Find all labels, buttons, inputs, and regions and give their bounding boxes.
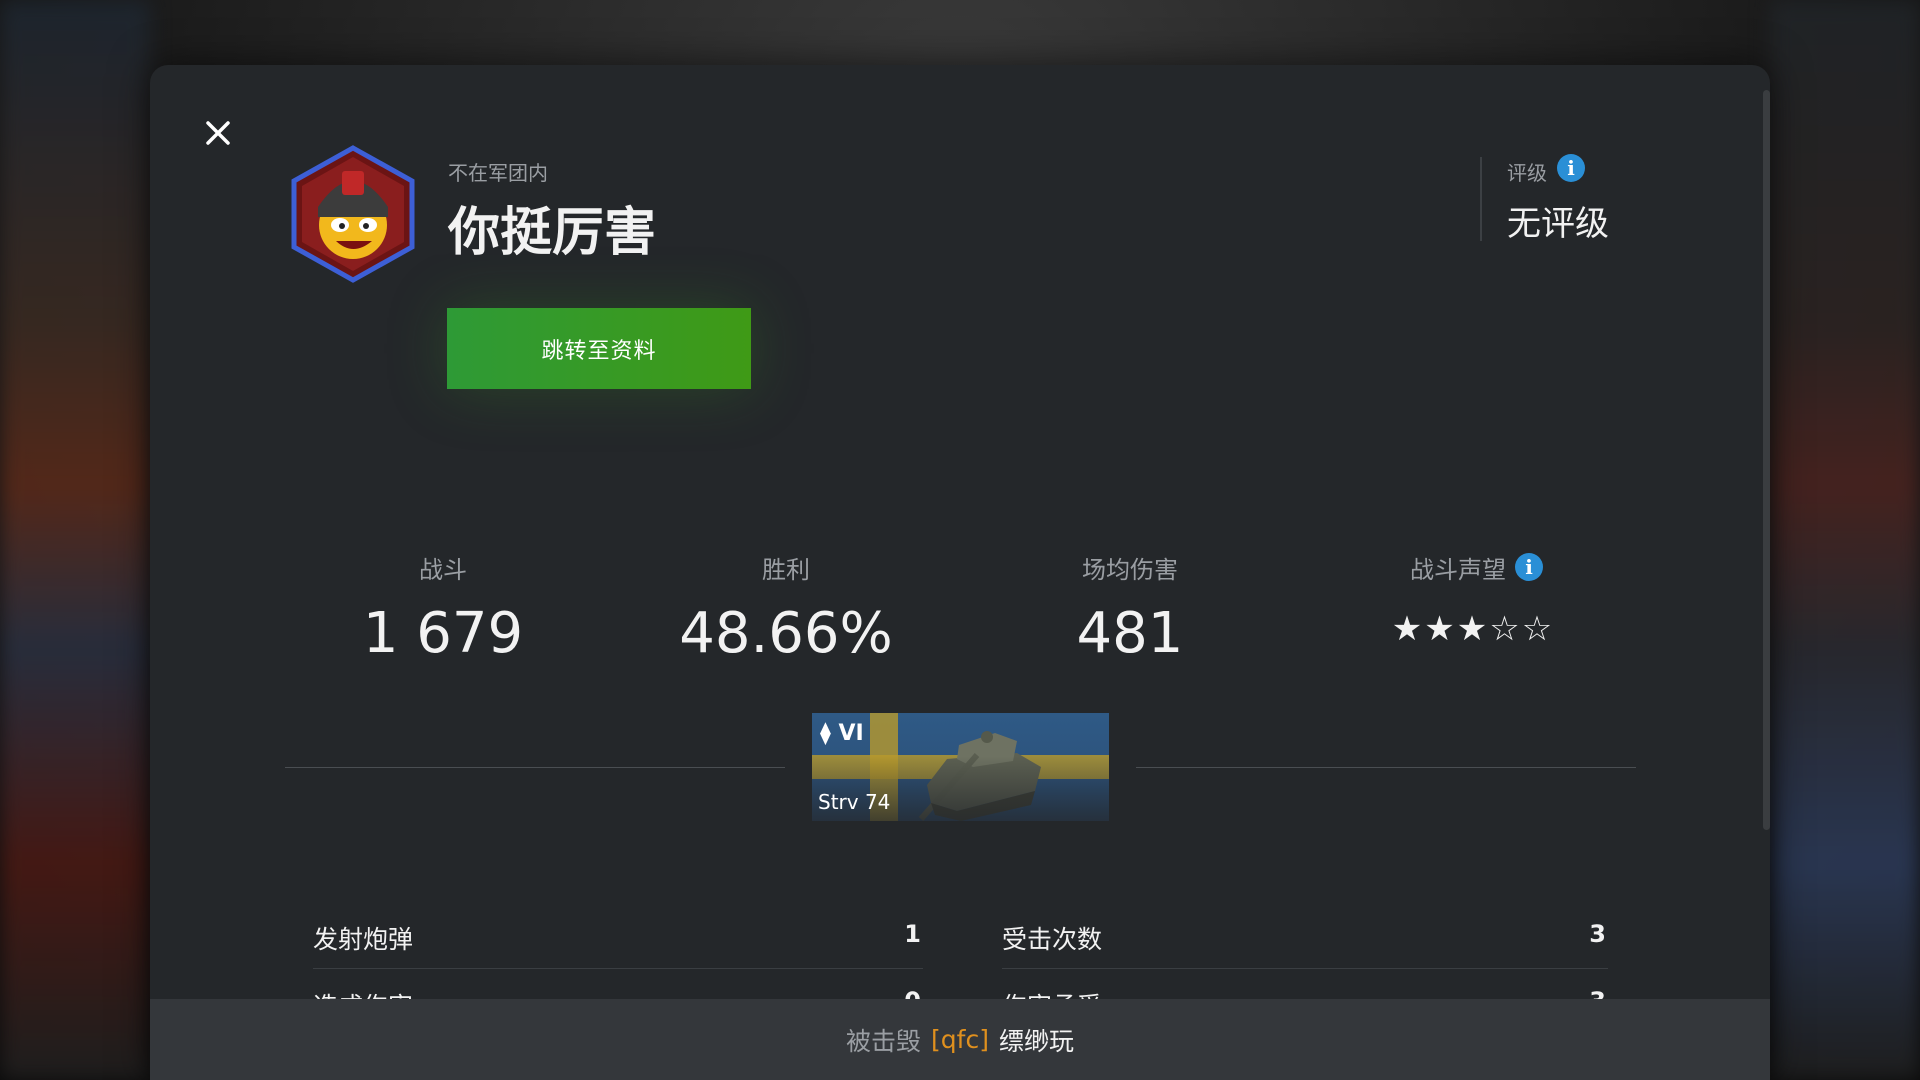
stat-value: 1 679: [362, 601, 524, 666]
row-label: 受击次数: [1002, 925, 1103, 954]
stat-label: 战斗声望: [1410, 556, 1506, 584]
tank-name: Strv 74: [818, 790, 891, 814]
killer-clan-tag[interactable]: [qfc]: [931, 1025, 989, 1054]
row-label: 发射炮弹: [313, 925, 414, 954]
info-icon[interactable]: i: [1557, 154, 1585, 182]
stat-value: 48.66%: [679, 601, 893, 666]
rating-label: 评级: [1507, 161, 1547, 185]
player-nickname: 你挺厉害: [448, 203, 657, 263]
killed-by-footer: 被击毁 [qfc] 缥缈玩: [150, 999, 1770, 1080]
info-icon[interactable]: i: [1515, 553, 1543, 581]
stat-row: 发射炮弹 1: [313, 902, 923, 969]
tank-tier: ⧫ VI: [820, 721, 864, 746]
stat-battles: 战斗 1 679: [283, 553, 603, 666]
rating-value: 无评级: [1507, 204, 1609, 244]
go-to-profile-button[interactable]: 跳转至资料: [447, 308, 751, 389]
background-left: [0, 0, 150, 1080]
stat-label: 胜利: [762, 556, 810, 584]
reputation-stars: ★★★☆☆: [1391, 609, 1555, 649]
background-right: [1770, 0, 1920, 1080]
stat-value: 481: [1076, 601, 1184, 666]
killer-name[interactable]: 缥缈玩: [999, 1022, 1074, 1058]
row-value: 3: [1589, 920, 1606, 948]
row-value: 1: [904, 920, 921, 948]
rating-divider: [1480, 157, 1482, 241]
clan-status: 不在军团内: [448, 161, 548, 185]
stat-row: 受击次数 3: [1002, 902, 1608, 969]
player-info-modal: 不在军团内 你挺厉害 跳转至资料 评级 i 无评级 战斗 1 679 胜利 48…: [150, 65, 1770, 1080]
player-avatar: [290, 145, 416, 283]
divider: [1136, 767, 1636, 768]
stat-reputation: 战斗声望 ★★★☆☆: [1313, 553, 1633, 649]
tank-card[interactable]: ⧫ VI Strv 74: [812, 713, 1109, 821]
stat-label: 场均伤害: [1082, 556, 1178, 584]
killed-by-label: 被击毁: [846, 1026, 922, 1056]
stat-label: 战斗: [419, 556, 467, 584]
stat-avg-damage: 场均伤害 481: [970, 553, 1290, 666]
close-icon[interactable]: [200, 115, 236, 151]
scrollbar[interactable]: [1763, 90, 1770, 830]
divider: [285, 767, 785, 768]
stat-wins: 胜利 48.66%: [626, 553, 946, 666]
